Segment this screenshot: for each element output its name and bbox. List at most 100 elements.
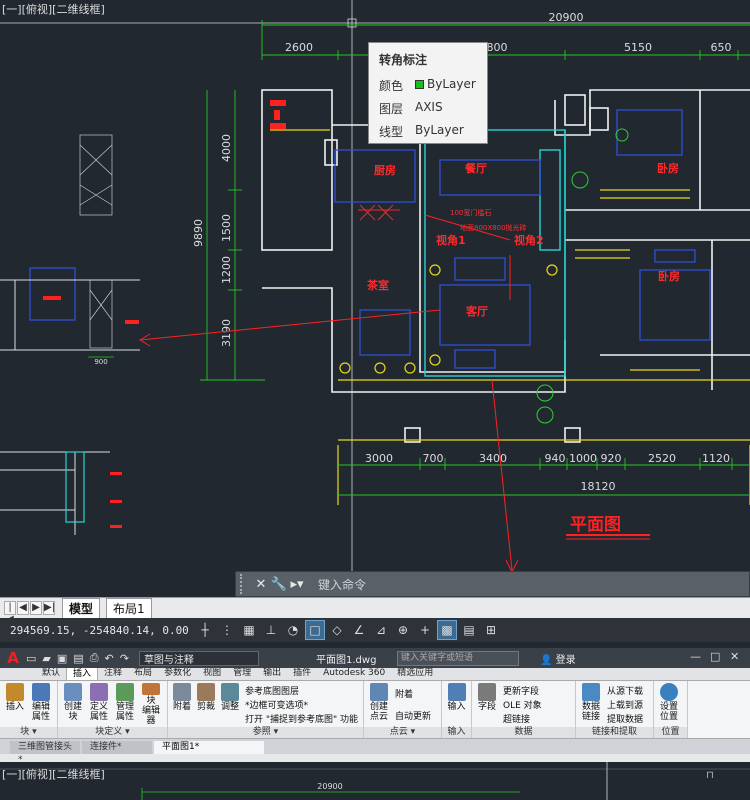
ole-object-button[interactable]: OLE 对象 (503, 698, 542, 711)
command-history-icon[interactable]: ▸▾ (288, 577, 306, 592)
selection-cycling-icon[interactable]: ⊞ (481, 620, 501, 640)
tab-model[interactable]: 模型 (62, 598, 101, 618)
tab-insert[interactable]: 插入 (66, 667, 99, 680)
login-button[interactable]: 👤 登录 (540, 651, 576, 666)
clip-button[interactable]: 剪裁 (194, 683, 218, 726)
data-options: 更新字段 OLE 对象 超链接 (500, 683, 545, 726)
close-window-icon[interactable]: ✕ (730, 650, 739, 663)
panel-title-block-def[interactable]: 块定义 ▾ (58, 727, 167, 738)
panel-title-data: 数据 (472, 727, 575, 738)
define-attributes-button[interactable]: 定义 属性 (86, 683, 112, 726)
next-tab-icon[interactable]: ▶ (30, 601, 42, 615)
svg-text:1500: 1500 (220, 214, 233, 242)
command-input[interactable]: 键入命令 (318, 576, 366, 593)
auto-update-button[interactable]: 自动更新 (395, 709, 431, 722)
osnap-icon[interactable]: □ (305, 620, 325, 640)
open-icon[interactable]: ▰ (42, 652, 50, 665)
adjust-button[interactable]: 调整 (218, 683, 242, 726)
tab-plugins[interactable]: 插件 (287, 667, 317, 680)
block-editor-button[interactable]: 块编辑器 (138, 683, 164, 726)
panel-title-pointcloud[interactable]: 点云 ▾ (364, 727, 441, 738)
last-tab-icon[interactable]: ▶| (43, 601, 55, 615)
snap-icon[interactable]: ⋮ (217, 620, 237, 640)
attach-icon (173, 683, 191, 701)
create-pointcloud-button[interactable]: 创建 点云 (366, 683, 392, 726)
new-icon[interactable]: ▭ (26, 652, 36, 665)
frame-variable-dropdown[interactable]: *边框可变选项* (245, 698, 358, 711)
tab-layout[interactable]: 布局 (128, 667, 158, 680)
saveas-icon[interactable]: ▤ (73, 652, 83, 665)
attach-pointcloud-button[interactable]: 附着 (395, 687, 431, 700)
search-input[interactable]: 键入关键字或短语 (397, 650, 519, 666)
quick-properties-icon[interactable]: ▤ (459, 620, 479, 640)
print-icon[interactable]: ⎙ (90, 651, 99, 665)
field-icon (478, 683, 496, 701)
redo-icon[interactable]: ↷ (120, 652, 129, 665)
insert-block-button[interactable]: 插入 (2, 683, 28, 726)
import-button[interactable]: 输入 (444, 683, 469, 726)
tab-parametric[interactable]: 参数化 (158, 667, 197, 680)
3d-osnap-icon[interactable]: ◇ (327, 620, 347, 640)
tab-annotate[interactable]: 注释 (98, 667, 128, 680)
doc-tab-1[interactable]: 三维图管接头* (10, 741, 80, 765)
grid-icon[interactable]: ▦ (239, 620, 259, 640)
command-line[interactable]: ✕ 🔧 ▸▾ 键入命令 (235, 571, 750, 597)
tab-autodesk360[interactable]: Autodesk 360 (317, 667, 391, 680)
dyn-icon[interactable]: ⊕ (393, 620, 413, 640)
ducs-icon[interactable]: ⊿ (371, 620, 391, 640)
close-icon[interactable]: ✕ (252, 577, 270, 592)
tab-output[interactable]: 输出 (257, 667, 287, 680)
ortho-icon[interactable]: ⊥ (261, 620, 281, 640)
second-autocad-window: A ▭ ▰ ▣ ▤ ⎙ ↶ ↷ 草图与注释 平面图1.dwg 键入关键字或短语 … (0, 648, 750, 800)
doc-tab-3[interactable]: 平面图1* (154, 741, 264, 754)
drag-handle-icon[interactable] (240, 574, 248, 594)
lineweight-icon[interactable]: + (415, 620, 435, 640)
app-menu-icon[interactable]: A (0, 648, 26, 668)
workspace-dropdown[interactable]: 草图与注释 (138, 650, 259, 666)
svg-text:700: 700 (423, 452, 444, 465)
tab-manage[interactable]: 管理 (227, 667, 257, 680)
transparency-icon[interactable]: ▩ (437, 620, 457, 640)
wrench-icon[interactable]: 🔧 (270, 577, 288, 592)
manage-attributes-button[interactable]: 管理 属性 (112, 683, 138, 726)
svg-text:940: 940 (545, 452, 566, 465)
extract-data-button[interactable]: 提取数据 (607, 712, 643, 725)
data-link-button[interactable]: 数据 链接 (578, 683, 604, 726)
pointcloud-icon (370, 683, 388, 701)
underlay-layers-button[interactable]: 参考底图图层 (245, 684, 358, 697)
ribbon: 插入 编辑 属性 块 ▾ 创建块 定义 属性 管理 属性 块编辑器 块定义 ▾ 附着 … (0, 681, 750, 739)
viewport-controls-label[interactable]: [一][俯视][二维线框] (2, 1, 105, 17)
edit-attributes-button[interactable]: 编辑 属性 (28, 683, 54, 726)
hyperlink-button[interactable]: 超链接 (503, 712, 542, 725)
define-attributes-icon (90, 683, 108, 701)
attach-button[interactable]: 附着 (170, 683, 194, 726)
snap-model-icon[interactable]: ┼ (195, 620, 215, 640)
set-location-button[interactable]: 设置 位置 (656, 683, 682, 726)
minimize-icon[interactable]: — (690, 650, 701, 663)
drawing-viewport[interactable]: [一][俯视][二维线框] 20900 2600 800 5150 650 40… (0, 0, 750, 597)
doc-tab-2[interactable]: 连接件* (82, 741, 152, 754)
save-icon[interactable]: ▣ (57, 652, 67, 665)
download-from-source-button[interactable]: 从源下载 (607, 684, 643, 697)
prev-tab-icon[interactable]: ◀ (17, 601, 29, 615)
upload-to-source-button[interactable]: 上载到源 (607, 698, 643, 711)
tab-featured-apps[interactable]: 精选应用 (391, 667, 439, 680)
viewport2-controls-label[interactable]: [一][俯视][二维线框] (2, 766, 105, 782)
panel-title-block[interactable]: 块 ▾ (0, 727, 57, 738)
tab-layout1[interactable]: 布局1 (106, 598, 152, 618)
field-button[interactable]: 字段 (474, 683, 500, 726)
panel-title-reference[interactable]: 参照 ▾ (168, 727, 363, 738)
svg-text:3000: 3000 (365, 452, 393, 465)
otrack-icon[interactable]: ∠ (349, 620, 369, 640)
undo-icon[interactable]: ↶ (105, 652, 114, 665)
tab-default[interactable]: 默认 (36, 667, 66, 680)
first-tab-icon[interactable]: |◀ (4, 601, 16, 625)
polar-icon[interactable]: ◔ (283, 620, 303, 640)
link-options: 从源下载 上载到源 提取数据 (604, 683, 646, 726)
second-drawing-viewport[interactable]: [一][俯视][二维线框] 20900 ⊓ (0, 762, 750, 800)
create-block-button[interactable]: 创建块 (60, 683, 86, 726)
tab-view[interactable]: 视图 (197, 667, 227, 680)
snap-to-underlay-dropdown[interactable]: 打开 "捕捉到参考底图" 功能 (245, 712, 358, 725)
maximize-icon[interactable]: □ (710, 650, 720, 663)
update-fields-button[interactable]: 更新字段 (503, 684, 542, 697)
